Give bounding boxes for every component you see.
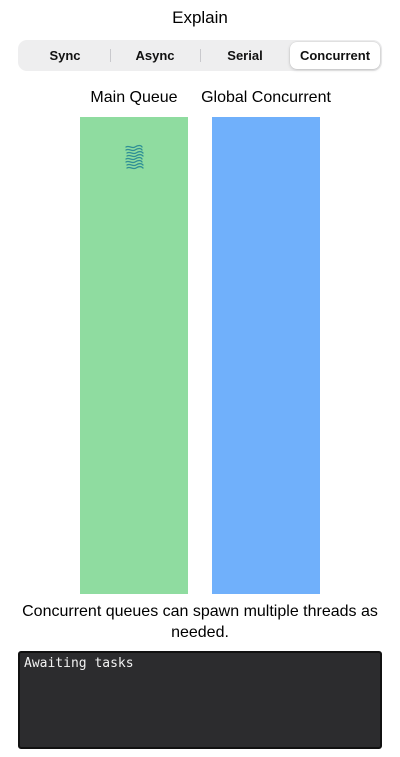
task-log-console: Awaiting tasks [18,651,382,749]
nav-title: Explain [172,8,228,27]
segment-serial-label: Serial [227,48,263,63]
main-queue-label: Main Queue [90,89,178,106]
wavy-task-icon [125,144,144,170]
segment-sync[interactable]: Sync [20,42,110,69]
queue-mode-segmented-control: Sync Async Serial Concurrent [18,40,382,71]
global-concurrent-lane [212,117,320,594]
segment-sync-label: Sync [49,48,81,63]
segment-async-label: Async [135,48,175,63]
segment-async[interactable]: Async [110,42,200,69]
segment-serial[interactable]: Serial [200,42,290,69]
segment-concurrent[interactable]: Concurrent [290,42,380,69]
global-concurrent-label: Global Concurrent [201,89,331,106]
explanation-caption: Concurrent queues can spawn multiple thr… [22,603,378,641]
main-queue-lane [80,117,188,594]
segment-concurrent-label: Concurrent [299,48,371,63]
